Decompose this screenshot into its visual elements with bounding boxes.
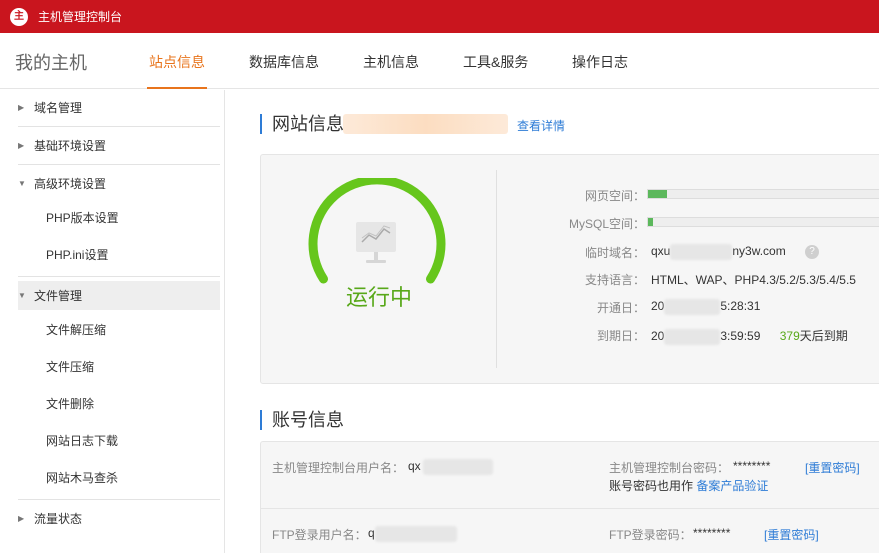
sidebar-subitem-file-delete[interactable]: 文件删除 [46,395,94,412]
expire-date-prefix: 20 [651,329,665,343]
redacted-block [374,526,457,542]
active-tab-indicator [147,87,207,89]
console-password-label: 主机管理控制台密码： [609,461,730,475]
site-info-heading: 网站信息 [260,114,344,134]
console-username-value: qx [408,459,493,475]
web-space-bar [647,189,879,199]
tab-database-info[interactable]: 数据库信息 [249,52,319,72]
sidebar-divider [18,164,220,165]
languages-label: 支持语言： [584,273,645,287]
panel-vertical-divider [496,170,497,368]
console-username-label: 主机管理控制台用户名： [272,461,405,475]
days-left-number: 379 [779,329,800,343]
temp-domain-suffix: ny3w.com [732,244,786,259]
tab-host-info[interactable]: 主机信息 [363,52,419,72]
reset-console-password-link[interactable]: [重置密码] [805,459,860,476]
open-date-label: 开通日： [596,301,645,315]
mysql-space-label: MySQL空间： [568,217,645,231]
note-prefix: 账号密码也用作 [609,479,694,493]
sidebar-item-traffic-status[interactable]: ▶ 流量状态 [18,504,220,533]
sidebar-item-label: 基础环境设置 [34,139,107,153]
ftp-username-value: q [368,526,457,542]
brand-logo-icon[interactable]: 主 [10,7,28,26]
caret-right-icon: ▶ [18,103,25,112]
sidebar-subitem-trojan-scan[interactable]: 网站木马查杀 [46,469,118,486]
web-space-label: 网页空间： [584,189,645,203]
sidebar-item-basic-env[interactable]: ▶ 基础环境设置 [18,131,220,160]
sidebar-subitem-file-zip[interactable]: 文件压缩 [46,358,94,375]
sidebar-item-file-management[interactable]: ▼ 文件管理 [18,281,220,310]
temp-domain-value: qxu ny3w.com [651,244,786,260]
open-date-suffix: 5:28:31 [720,299,761,314]
open-date-prefix: 20 [651,299,665,314]
tab-operation-log[interactable]: 操作日志 [572,52,628,72]
filing-verification-link[interactable]: 备案产品验证 [696,479,768,493]
sidebar-divider [18,126,220,127]
caret-right-icon: ▶ [18,141,25,150]
account-usage-note: 账号密码也用作 备案产品验证 [609,477,768,494]
redacted-block [664,328,721,345]
console-username-prefix: qx [408,459,421,474]
caret-down-icon: ▼ [18,179,26,188]
redacted-block [422,459,493,475]
ftp-username-prefix: q [368,526,375,541]
temp-domain-prefix: qxu [651,244,671,259]
open-date-value: 20 5:28:31 [651,299,760,315]
console-title[interactable]: 主机管理控制台 [38,8,122,25]
sidebar-item-label: 流量状态 [34,512,83,526]
ftp-password-label: FTP登录密码： [609,528,692,542]
caret-down-icon: ▼ [18,291,26,300]
expire-date-value: 20 3:59:59 379天后到期 [651,327,848,345]
expire-date-label: 到期日： [596,329,645,343]
help-icon[interactable]: ? [805,245,819,259]
sidebar-divider [18,499,220,500]
top-header-bar: 主 主机管理控制台 [0,0,879,33]
temp-domain-label: 临时域名： [584,246,645,260]
logo-glyph: 主 [14,10,24,22]
account-row-divider [261,508,879,509]
sidebar-item-label: 域名管理 [34,101,83,115]
site-name-redacted [343,114,508,134]
web-space-bar-fill [648,190,668,198]
sidebar-subitem-php-ini[interactable]: PHP.ini设置 [46,246,108,263]
tab-tools-services[interactable]: 工具&服务 [463,52,528,72]
sidebar-subitem-file-unzip[interactable]: 文件解压缩 [46,321,106,338]
ftp-password-value: ******** [693,526,731,540]
my-host-title[interactable]: 我的主机 [15,49,87,75]
view-details-link[interactable]: 查看详情 [517,117,565,134]
mysql-space-bar [647,217,879,227]
sidebar-item-label: 文件管理 [34,289,83,303]
reset-ftp-password-link[interactable]: [重置密码] [764,526,819,543]
console-password-value: ******** [733,459,771,473]
sidebar-divider [18,276,220,277]
sidebar-item-domain[interactable]: ▶ 域名管理 [18,93,220,122]
expire-date-suffix: 3:59:59 [720,329,761,343]
redacted-block [670,244,733,260]
sidebar-subitem-log-download[interactable]: 网站日志下载 [46,432,118,449]
sidebar-item-advanced-env[interactable]: ▼ 高级环境设置 [18,169,220,198]
sidebar-item-label: 高级环境设置 [34,177,107,191]
running-status-text: 运行中 [345,285,412,310]
caret-right-icon: ▶ [18,514,25,523]
mysql-space-bar-fill [648,218,653,226]
days-left-text: 天后到期 [799,329,848,343]
redacted-block [664,299,721,315]
languages-value: HTML、WAP、PHP4.3/5.2/5.3/5.4/5.5 [651,273,856,287]
sidebar-subitem-php-version[interactable]: PHP版本设置 [46,209,119,226]
account-info-heading: 账号信息 [260,410,344,430]
ftp-username-label: FTP登录用户名： [272,528,367,542]
main-navbar: 我的主机 站点信息 数据库信息 主机信息 工具&服务 操作日志 [0,33,879,89]
tab-site-info[interactable]: 站点信息 [149,52,205,72]
monitor-chart-icon [356,222,396,263]
